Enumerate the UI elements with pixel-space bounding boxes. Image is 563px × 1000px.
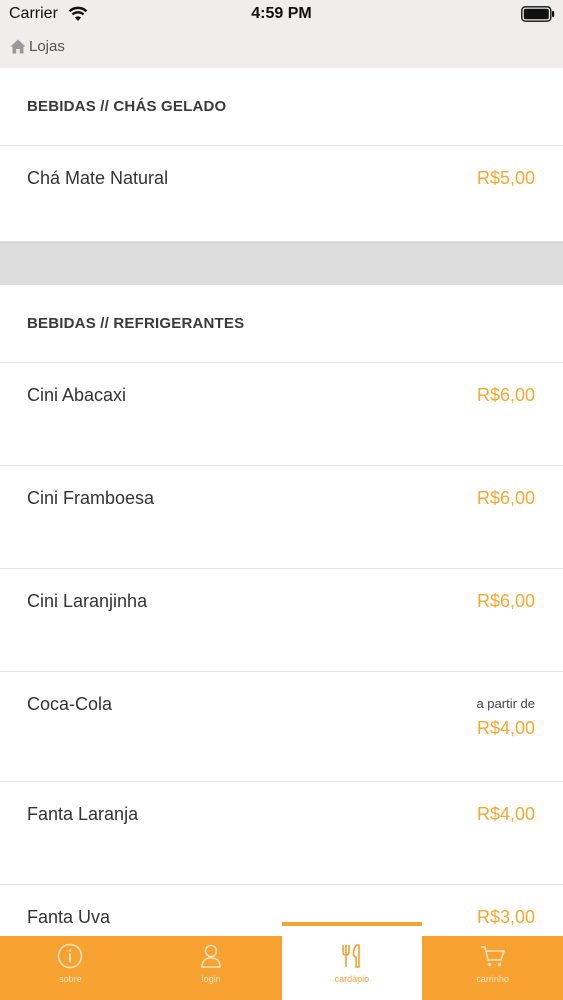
item-price: R$4,00 [476,718,535,738]
tab-label: sobre [59,974,82,984]
item-price-box: R$6,00 [477,591,535,671]
item-price-box: R$6,00 [477,488,535,568]
cutlery-icon [342,944,360,968]
item-name: Chá Mate Natural [27,168,169,188]
item-price-box: R$4,00 [477,804,535,884]
item-name: Coca-Cola [27,694,113,714]
section-header: BEBIDAS // REFRIGERANTES [0,285,563,363]
tab-label: cardápio [334,974,370,984]
status-time: 4:59 PM [251,5,312,22]
item-price: R$6,00 [476,385,535,405]
item-price-box: R$5,00 [477,168,535,241]
item-price: R$3,00 [476,907,535,927]
tab-login[interactable]: login [141,936,282,1000]
cart-icon [480,946,505,967]
section-title: BEBIDAS // CHÁS GELADO [27,98,227,115]
section-title: BEBIDAS // REFRIGERANTES [27,315,245,332]
tab-label: carrinho [476,974,509,984]
tab-cardapio[interactable]: cardápio [281,922,423,1000]
tab-carrinho[interactable]: carrinho [422,936,563,1000]
section-header: BEBIDAS // CHÁS GELADO [0,68,563,146]
item-name: Fanta Laranja [27,804,139,824]
menu-item[interactable]: Fanta Uva R$3,00 [0,885,563,936]
menu-item[interactable]: Cini Laranjinha R$6,00 [0,569,563,672]
item-name: Cini Abacaxi [27,385,127,405]
back-to-stores-button[interactable]: Lojas [10,38,65,55]
item-name: Cini Framboesa [27,488,155,508]
menu-list[interactable]: BEBIDAS // CHÁS GELADO Chá Mate Natural … [0,68,563,936]
item-price-box: a partir de R$4,00 [476,694,535,781]
item-price: R$6,00 [476,591,535,611]
item-price-box: R$3,00 [477,907,535,936]
home-icon [10,39,26,54]
menu-item[interactable]: Chá Mate Natural R$5,00 [0,146,563,242]
info-icon [58,943,83,969]
tab-label: login [201,974,221,984]
status-bar: Carrier 4:59 PM [0,0,563,30]
menu-item[interactable]: Fanta Laranja R$4,00 [0,782,563,885]
item-price: R$4,00 [476,804,535,824]
tab-bar: sobre login cardápio carrinho [0,922,563,1000]
user-icon [201,944,221,968]
item-price: R$5,00 [476,168,535,188]
section-divider [0,242,563,285]
menu-item[interactable]: Coca-Cola a partir de R$4,00 [0,672,563,782]
menu-item[interactable]: Cini Abacaxi R$6,00 [0,363,563,466]
item-price-box: R$6,00 [477,385,535,465]
item-name: Cini Laranjinha [27,591,148,611]
battery-icon [521,6,555,22]
back-label: Lojas [29,38,65,55]
menu-item[interactable]: Cini Framboesa R$6,00 [0,466,563,569]
navigation-bar: Lojas [0,30,563,68]
item-price: R$6,00 [476,488,535,508]
tab-sobre[interactable]: sobre [0,936,141,1000]
item-name: Fanta Uva [27,907,111,927]
price-prefix: a partir de [476,696,535,711]
